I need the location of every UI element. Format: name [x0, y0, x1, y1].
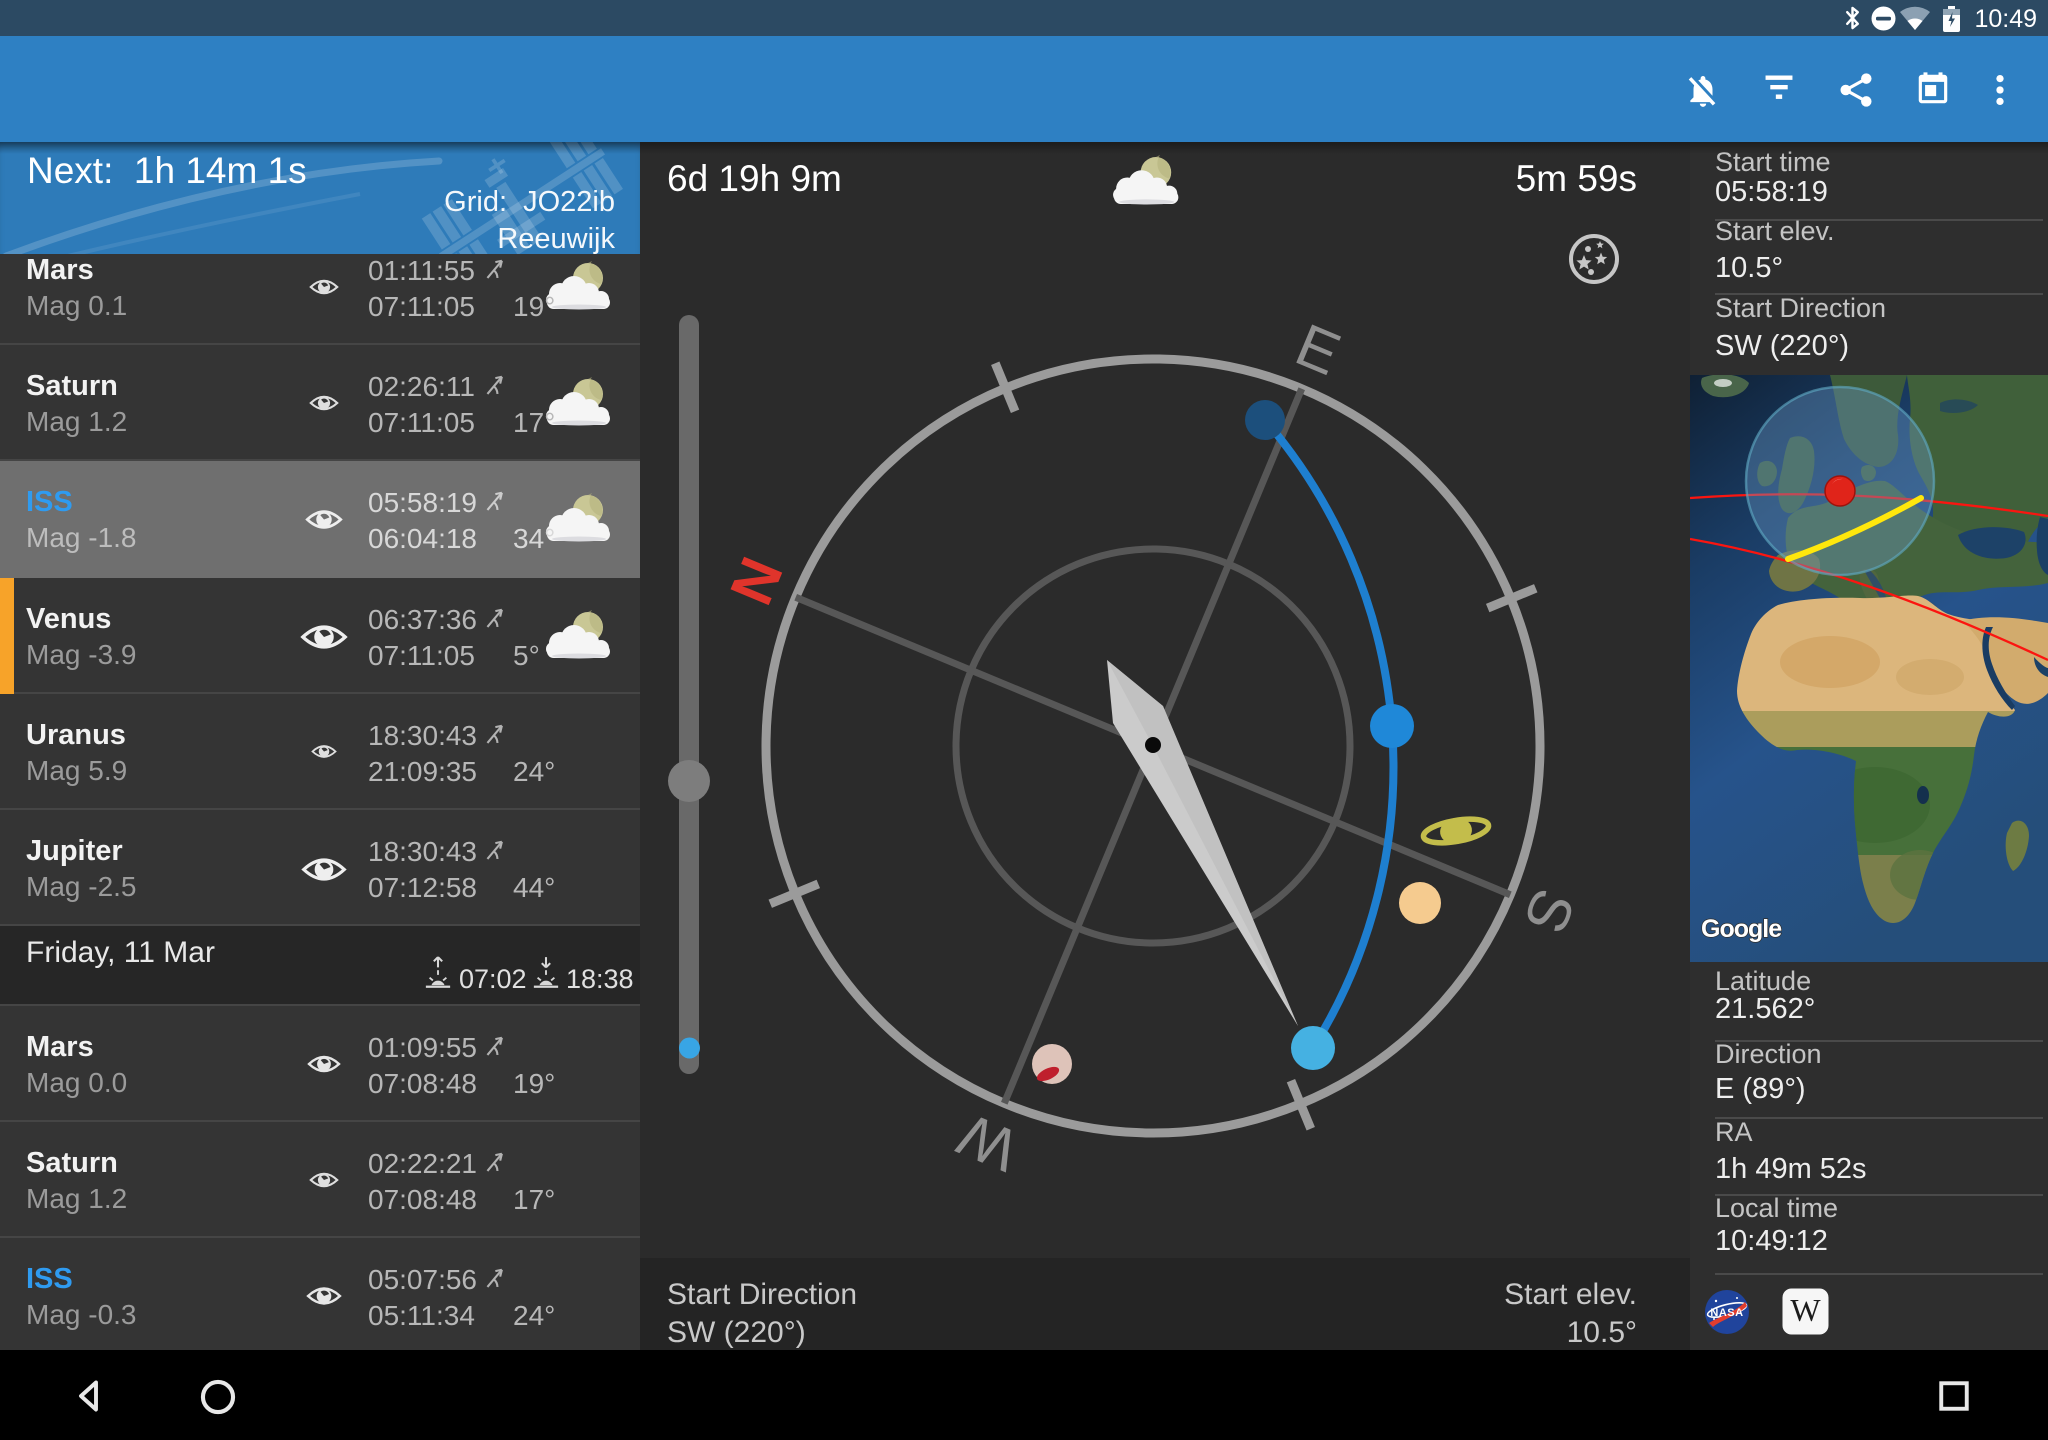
svg-text:E: E	[1287, 311, 1350, 388]
svg-text:Google: Google	[1701, 915, 1782, 943]
svg-text:N: N	[717, 548, 796, 614]
svg-text:S: S	[1511, 880, 1588, 943]
svg-text:W: W	[1790, 1292, 1821, 1328]
svg-text:NASA: NASA	[1710, 1307, 1743, 1319]
svg-text:W: W	[949, 1101, 1027, 1185]
